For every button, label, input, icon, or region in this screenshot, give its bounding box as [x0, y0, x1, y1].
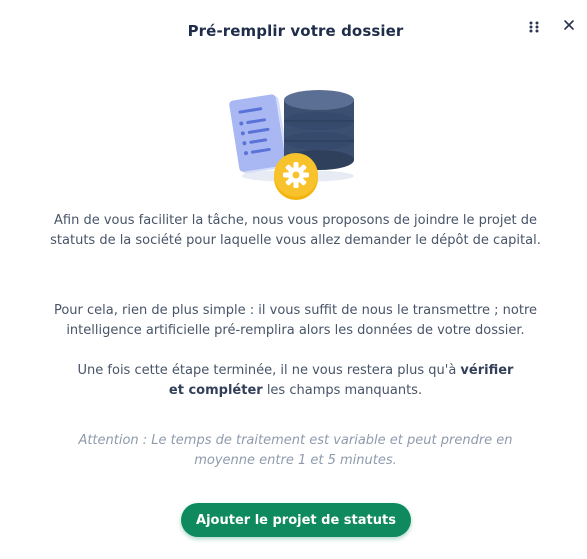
- document-database-illustration: [228, 88, 360, 208]
- next-steps-paragraph: Une fois cette étape terminée, il ne vou…: [40, 361, 551, 401]
- processing-time-note: Attention : Le temps de traitement est v…: [78, 433, 513, 468]
- grip-dots-icon[interactable]: [529, 18, 539, 33]
- next-steps-text-after: les champs manquants.: [262, 383, 423, 398]
- intro-paragraph: Afin de vous faciliter la tâche, nous vo…: [50, 213, 541, 248]
- next-steps-text-before: Une fois cette étape terminée, il ne vou…: [77, 363, 461, 378]
- prefill-dialog: Pré-remplir votre dossier Afin de vous f…: [0, 0, 587, 559]
- close-icon[interactable]: [562, 17, 576, 31]
- dialog-title: Pré-remplir votre dossier: [187, 22, 404, 40]
- instructions-paragraph: Pour cela, rien de plus simple : il vous…: [53, 303, 538, 338]
- gear-icon: [274, 153, 318, 200]
- add-statuts-button[interactable]: Ajouter le projet de statuts: [181, 503, 411, 537]
